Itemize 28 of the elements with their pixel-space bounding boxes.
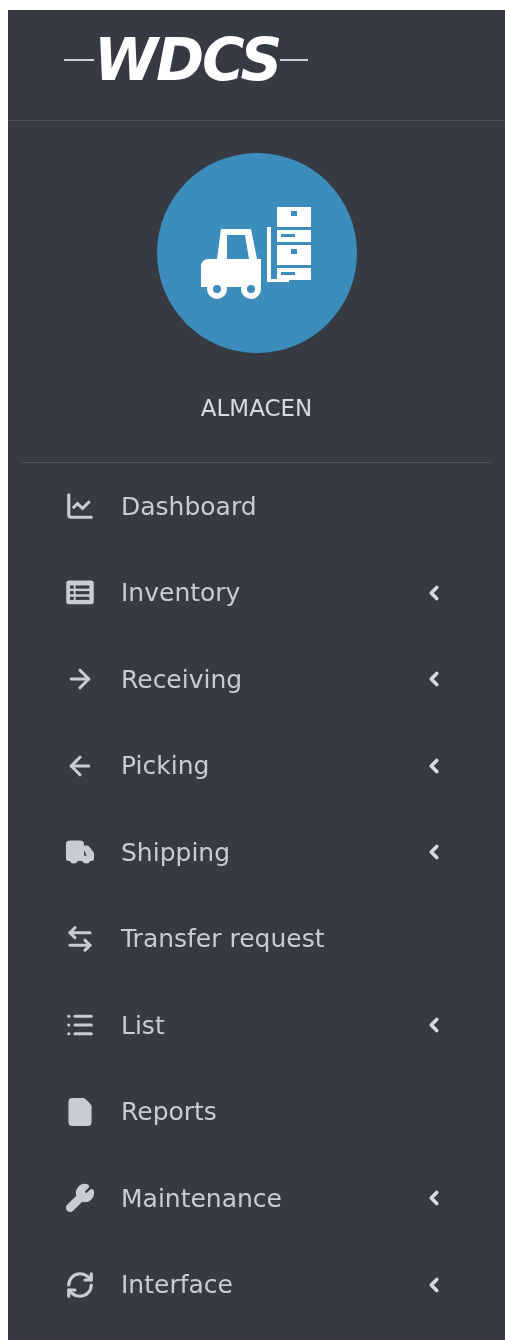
menu-label: Receiving [121,666,243,692]
menu-label: Transfer request [121,926,325,952]
chart-icon [65,491,95,522]
menu-label: Reports [121,1099,217,1125]
user-name: ALMACEN [200,397,313,420]
refresh-icon [65,1269,95,1300]
menu-item[interactable]: Transfer request [8,895,505,982]
exchange-icon [65,923,95,954]
menu-label: List [121,1012,165,1038]
menu-item[interactable]: Picking [8,722,505,809]
menu-label: Picking [121,753,210,779]
forklift-icon [200,207,313,299]
menu-label: Dashboard [121,493,257,519]
menu-label: Maintenance [121,1185,282,1211]
menu-item[interactable]: Interface [8,1241,505,1328]
menu-label: Inventory [121,580,241,606]
menu-item[interactable]: Maintenance [8,1155,505,1242]
menu-item[interactable]: Reports [8,1068,505,1155]
menu-item[interactable]: Shipping [8,809,505,896]
menu-label: Shipping [121,839,231,865]
menu-label: Interface [121,1272,233,1298]
logo[interactable]: WDCS [94,31,281,89]
wrench-icon [65,1183,95,1214]
menu-item[interactable]: Inventory [8,549,505,636]
document-icon [65,1096,95,1127]
menu-item[interactable]: Dashboard [8,463,505,550]
menu-item[interactable]: List [8,982,505,1069]
menu-item[interactable]: Receiving [8,636,505,723]
